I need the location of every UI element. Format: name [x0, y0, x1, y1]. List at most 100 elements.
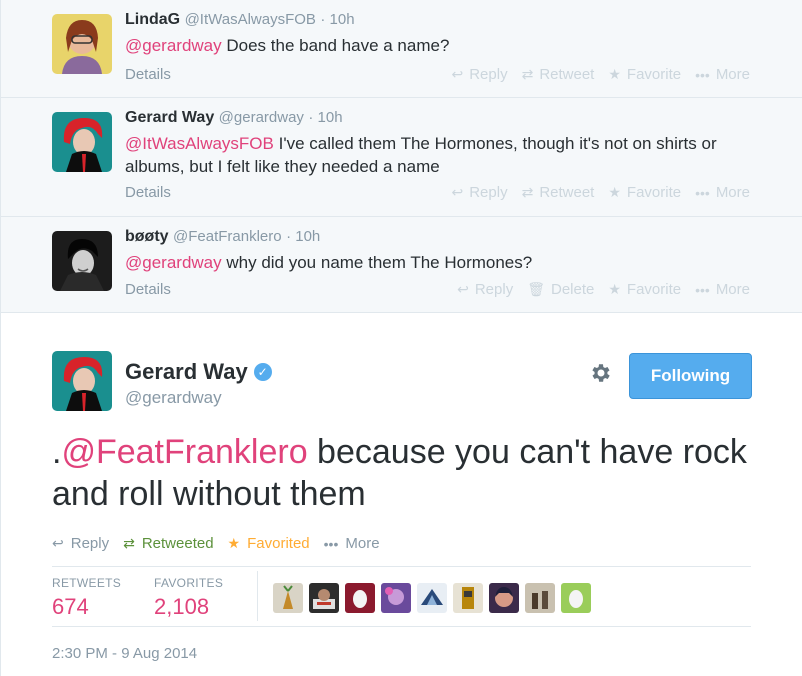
trash-icon: 🗑	[527, 281, 545, 297]
tweet-actions: ↩ Reply 🗑 Delete ★ Favorite ••• More	[457, 281, 750, 298]
mention-link[interactable]: @FeatFranklero	[61, 433, 307, 471]
tweet-body: why did you name them The Hormones?	[221, 253, 533, 272]
mention-link[interactable]: @ItWasAlwaysFOB	[125, 134, 274, 153]
reply-label: Reply	[469, 184, 508, 201]
favoriter-avatar[interactable]	[381, 583, 411, 613]
gear-icon[interactable]	[589, 361, 613, 385]
avatar[interactable]	[52, 231, 112, 291]
star-icon: ★	[608, 66, 621, 82]
tweet-text: .@FeatFranklero because you can't have r…	[52, 431, 752, 515]
favoriter-avatar[interactable]	[525, 583, 555, 613]
retweet-icon: ⇄	[521, 66, 534, 82]
tweet-timestamp[interactable]: 2:30 PM - 9 Aug 2014	[52, 645, 197, 662]
details-link[interactable]: Details	[125, 281, 171, 298]
reply-button[interactable]: ↩ Reply	[451, 184, 507, 201]
user-name[interactable]: Gerard Way ✓	[125, 359, 272, 385]
mention-link[interactable]: @gerardway	[125, 253, 222, 272]
favorite-button[interactable]: ★ Favorite	[608, 281, 681, 298]
conversation-tweet[interactable]: LindaG @ItWasAlwaysFOB · 10h @gerardway …	[0, 0, 802, 98]
user-handle[interactable]: @gerardway	[219, 109, 304, 126]
favorite-label: Favorite	[626, 281, 682, 298]
user-name[interactable]: bøøty	[125, 228, 169, 245]
favorites-label: FAVORITES	[154, 576, 224, 590]
more-button[interactable]: ••• More	[695, 281, 750, 298]
retweets-count: 674	[52, 594, 89, 619]
details-link[interactable]: Details	[125, 184, 171, 201]
favoriter-avatars	[273, 583, 591, 613]
user-handle[interactable]: @gerardway	[125, 388, 222, 408]
tweet-actions: ↩ Reply ⇄ Retweet ★ Favorite ••• More	[451, 184, 750, 201]
retweet-button[interactable]: ⇄ Retweet	[522, 184, 595, 201]
more-dots-icon: •••	[695, 184, 710, 201]
reply-button[interactable]: ↩ Reply	[457, 281, 513, 298]
retweet-button[interactable]: ⇄ Retweet	[522, 66, 595, 83]
retweets-stat[interactable]: RETWEETS 674	[52, 576, 121, 620]
tweet-time[interactable]: · 10h	[286, 228, 320, 245]
avatar[interactable]	[52, 112, 112, 172]
more-dots-icon: •••	[695, 66, 710, 83]
reply-icon: ↩	[451, 184, 464, 200]
delete-button[interactable]: 🗑 Delete	[527, 281, 594, 298]
tweet-actions: ↩ Reply ⇄ Retweet ★ Favorite ••• More	[451, 66, 750, 83]
tweet-text: @gerardway why did you name them The Hor…	[125, 251, 775, 274]
tweet-actions: ↩ Reply ⇄ Retweeted ★ Favorited ••• More	[52, 535, 380, 552]
retweet-label: Retweet	[539, 66, 595, 83]
favorite-button[interactable]: ★ Favorite	[608, 184, 681, 201]
star-icon: ★	[227, 535, 241, 551]
favorited-label: Favorited	[247, 535, 310, 552]
favorites-count: 2,108	[154, 594, 210, 619]
following-button[interactable]: Following	[629, 353, 752, 399]
tweet-text: @ItWasAlwaysFOB I've called them The Hor…	[125, 132, 775, 178]
favoriter-avatar[interactable]	[561, 583, 591, 613]
favoriter-avatar[interactable]	[273, 583, 303, 613]
user-handle[interactable]: @ItWasAlwaysFOB	[185, 11, 316, 28]
reply-button[interactable]: ↩ Reply	[52, 535, 109, 552]
tweet-text: @gerardway Does the band have a name?	[125, 34, 775, 57]
reply-button[interactable]: ↩ Reply	[451, 66, 507, 83]
retweeted-button[interactable]: ⇄ Retweeted	[123, 535, 213, 552]
more-button[interactable]: ••• More	[695, 184, 750, 201]
delete-label: Delete	[550, 281, 595, 298]
more-dots-icon: •••	[323, 535, 339, 552]
more-button[interactable]: ••• More	[695, 66, 750, 83]
retweeted-label: Retweeted	[141, 535, 214, 552]
favorites-stat[interactable]: FAVORITES 2,108	[154, 576, 223, 620]
more-label: More	[715, 184, 750, 201]
retweet-icon: ⇄	[123, 535, 135, 551]
mention-link[interactable]: @gerardway	[125, 36, 222, 55]
tweet-header: Gerard Way @gerardway · 10h	[125, 109, 343, 127]
divider	[257, 571, 258, 621]
verified-badge-icon: ✓	[253, 363, 272, 381]
tweet-header: LindaG @ItWasAlwaysFOB · 10h	[125, 11, 355, 29]
user-name[interactable]: Gerard Way	[125, 109, 214, 126]
reply-label: Reply	[70, 535, 110, 552]
avatar[interactable]	[52, 351, 112, 411]
conversation-thread: LindaG @ItWasAlwaysFOB · 10h @gerardway …	[0, 0, 802, 313]
user-name[interactable]: LindaG	[125, 11, 180, 28]
more-label: More	[345, 535, 380, 552]
tweet-time[interactable]: · 10h	[308, 109, 342, 126]
favoriter-avatar[interactable]	[345, 583, 375, 613]
user-name-text: Gerard Way	[125, 359, 248, 384]
more-button[interactable]: ••• More	[324, 535, 380, 552]
favoriter-avatar[interactable]	[453, 583, 483, 613]
favoriter-avatar[interactable]	[489, 583, 519, 613]
conversation-tweet[interactable]: bøøty @FeatFranklero · 10h @gerardway wh…	[0, 217, 802, 313]
favorited-button[interactable]: ★ Favorited	[228, 535, 310, 552]
user-handle[interactable]: @FeatFranklero	[173, 228, 282, 245]
star-icon: ★	[608, 281, 621, 297]
tweet-body: Does the band have a name?	[221, 36, 450, 55]
conversation-tweet[interactable]: Gerard Way @gerardway · 10h @ItWasAlways…	[0, 98, 802, 217]
favoriter-avatar[interactable]	[417, 583, 447, 613]
more-label: More	[715, 66, 750, 83]
favoriter-avatar[interactable]	[309, 583, 339, 613]
favorite-button[interactable]: ★ Favorite	[608, 66, 681, 83]
tweet-header: bøøty @FeatFranklero · 10h	[125, 228, 320, 246]
details-link[interactable]: Details	[125, 66, 171, 83]
reply-label: Reply	[474, 281, 514, 298]
star-icon: ★	[608, 184, 621, 200]
reply-label: Reply	[469, 66, 508, 83]
reply-icon: ↩	[52, 535, 64, 551]
avatar[interactable]	[52, 14, 112, 74]
tweet-time[interactable]: · 10h	[320, 11, 354, 28]
